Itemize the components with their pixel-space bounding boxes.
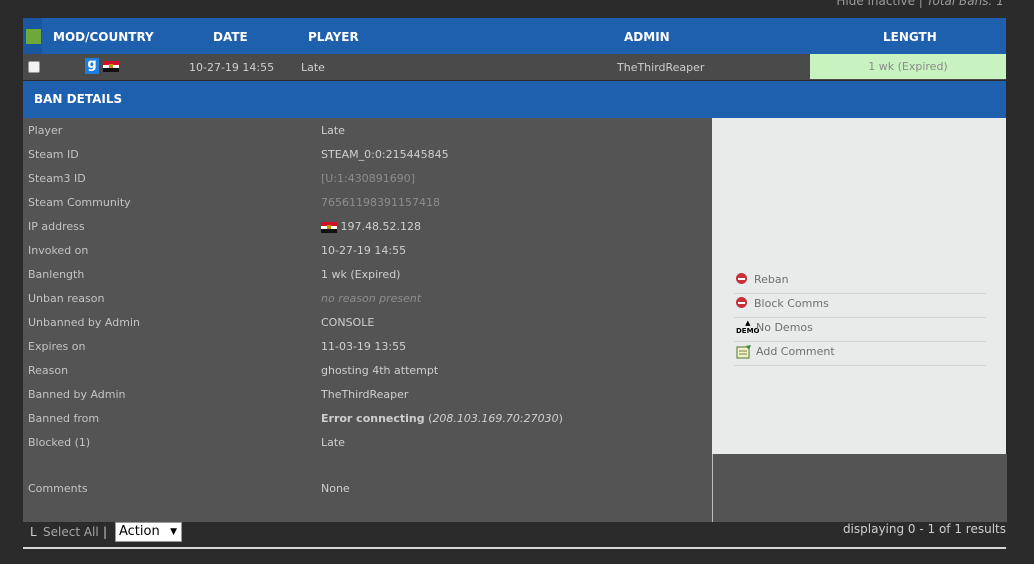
top-separator: | <box>918 0 923 8</box>
row-player: Late <box>301 61 325 74</box>
minus-circle-icon <box>736 297 747 308</box>
header-length[interactable]: LENGTH <box>883 30 937 44</box>
reban-label[interactable]: Reban <box>754 273 789 286</box>
detail-value-ip: 197.48.52.128 <box>321 220 421 233</box>
add-comment-action[interactable]: Add Comment <box>734 342 986 366</box>
row-admin: TheThirdReaper <box>617 61 705 74</box>
detail-label: Banned from <box>28 412 100 425</box>
detail-value: None <box>321 482 350 495</box>
bans-table: MOD/COUNTRY DATE PLAYER ADMIN LENGTH g 1… <box>23 18 1007 522</box>
ip-address-value: 197.48.52.128 <box>340 220 421 233</box>
total-bans-count: Total Bans: 1 <box>926 0 1004 8</box>
detail-label: Unban reason <box>28 292 105 305</box>
action-select[interactable]: Action ▼ <box>115 522 182 542</box>
no-demos-action: ▲ DEMO No Demos <box>734 318 986 342</box>
table-row[interactable]: g 10-27-19 14:55 Late TheThirdReaper 1 w… <box>23 54 1006 80</box>
steam3-id-link[interactable]: [U:1:430891690] <box>321 172 415 185</box>
sidebar-bottom-panel <box>712 454 1007 522</box>
ban-details-panel: Player Late Steam ID STEAM_0:0:215445845… <box>23 118 1007 522</box>
hide-inactive-link[interactable]: Hide inactive <box>836 0 915 8</box>
detail-value: Late <box>321 124 345 137</box>
block-comms-action[interactable]: Block Comms <box>734 294 986 318</box>
detail-value: no reason present <box>321 292 422 305</box>
action-select-value: Action <box>119 524 160 539</box>
reban-action[interactable]: Reban <box>734 270 986 294</box>
detail-label: IP address <box>28 220 85 233</box>
detail-label: Invoked on <box>28 244 89 257</box>
minus-circle-icon <box>736 273 747 284</box>
block-comms-label[interactable]: Block Comms <box>754 297 829 310</box>
detail-label: Steam ID <box>28 148 79 161</box>
detail-value: TheThirdReaper <box>321 388 409 401</box>
table-header: MOD/COUNTRY DATE PLAYER ADMIN LENGTH <box>23 18 1006 54</box>
detail-label: Steam3 ID <box>28 172 86 185</box>
detail-label: Player <box>28 124 63 137</box>
table-footer: L Select All | Action ▼ displaying 0 - 1… <box>23 521 1006 549</box>
corner-arrow-icon: L <box>30 525 37 539</box>
detail-value: 1 wk (Expired) <box>321 268 401 281</box>
detail-value: ghosting 4th attempt <box>321 364 439 377</box>
no-demos-label: No Demos <box>756 321 813 334</box>
row-checkbox[interactable] <box>28 61 40 73</box>
actions-sidebar: Reban Block Comms ▲ DEMO No Demos Add Com… <box>712 118 1006 454</box>
results-count: displaying 0 - 1 of 1 results <box>842 522 1006 536</box>
server-status: Error connecting <box>321 412 425 425</box>
detail-value: CONSOLE <box>321 316 375 329</box>
egypt-flag-icon <box>103 61 119 72</box>
row-length-expired: 1 wk (Expired) <box>810 54 1006 79</box>
header-date[interactable]: DATE <box>213 30 248 44</box>
detail-value: STEAM_0:0:215445845 <box>321 148 449 161</box>
server-address: 208.103.169.70:27030 <box>432 412 559 425</box>
detail-label: Unbanned by Admin <box>28 316 140 329</box>
detail-label: Blocked (1) <box>28 436 91 449</box>
header-mod-country[interactable]: MOD/COUNTRY <box>53 30 154 44</box>
header-admin[interactable]: ADMIN <box>624 30 670 44</box>
gmod-icon: g <box>85 58 99 74</box>
detail-value: 10-27-19 14:55 <box>321 244 407 257</box>
add-comment-label[interactable]: Add Comment <box>756 345 835 358</box>
notepad-icon <box>736 345 752 362</box>
detail-label: Expires on <box>28 340 86 353</box>
row-date: 10-27-19 14:55 <box>189 61 275 74</box>
detail-label: Reason <box>28 364 69 377</box>
select-all-link[interactable]: Select All <box>43 525 99 539</box>
detail-label: Steam Community <box>28 196 131 209</box>
detail-label: Banlength <box>28 268 85 281</box>
detail-value: 11-03-19 13:55 <box>321 340 407 353</box>
detail-label: Banned by Admin <box>28 388 126 401</box>
select-all-header-cell[interactable] <box>23 18 42 54</box>
ban-details-title: BAN DETAILS <box>23 81 1006 118</box>
dropdown-arrow-icon: ▼ <box>170 527 177 537</box>
detail-label: Comments <box>28 482 88 495</box>
detail-value: Late <box>321 436 345 449</box>
steam-community-link[interactable]: 76561198391157418 <box>321 196 440 209</box>
top-summary: Hide inactive | Total Bans: 1 <box>836 0 1004 8</box>
detail-value-server: Error connecting (208.103.169.70:27030) <box>321 412 563 425</box>
paren-close: ) <box>558 412 563 425</box>
select-all-square[interactable] <box>26 29 41 44</box>
egypt-flag-icon <box>321 221 337 233</box>
footer-separator: | <box>103 525 108 539</box>
header-player[interactable]: PLAYER <box>308 30 359 44</box>
